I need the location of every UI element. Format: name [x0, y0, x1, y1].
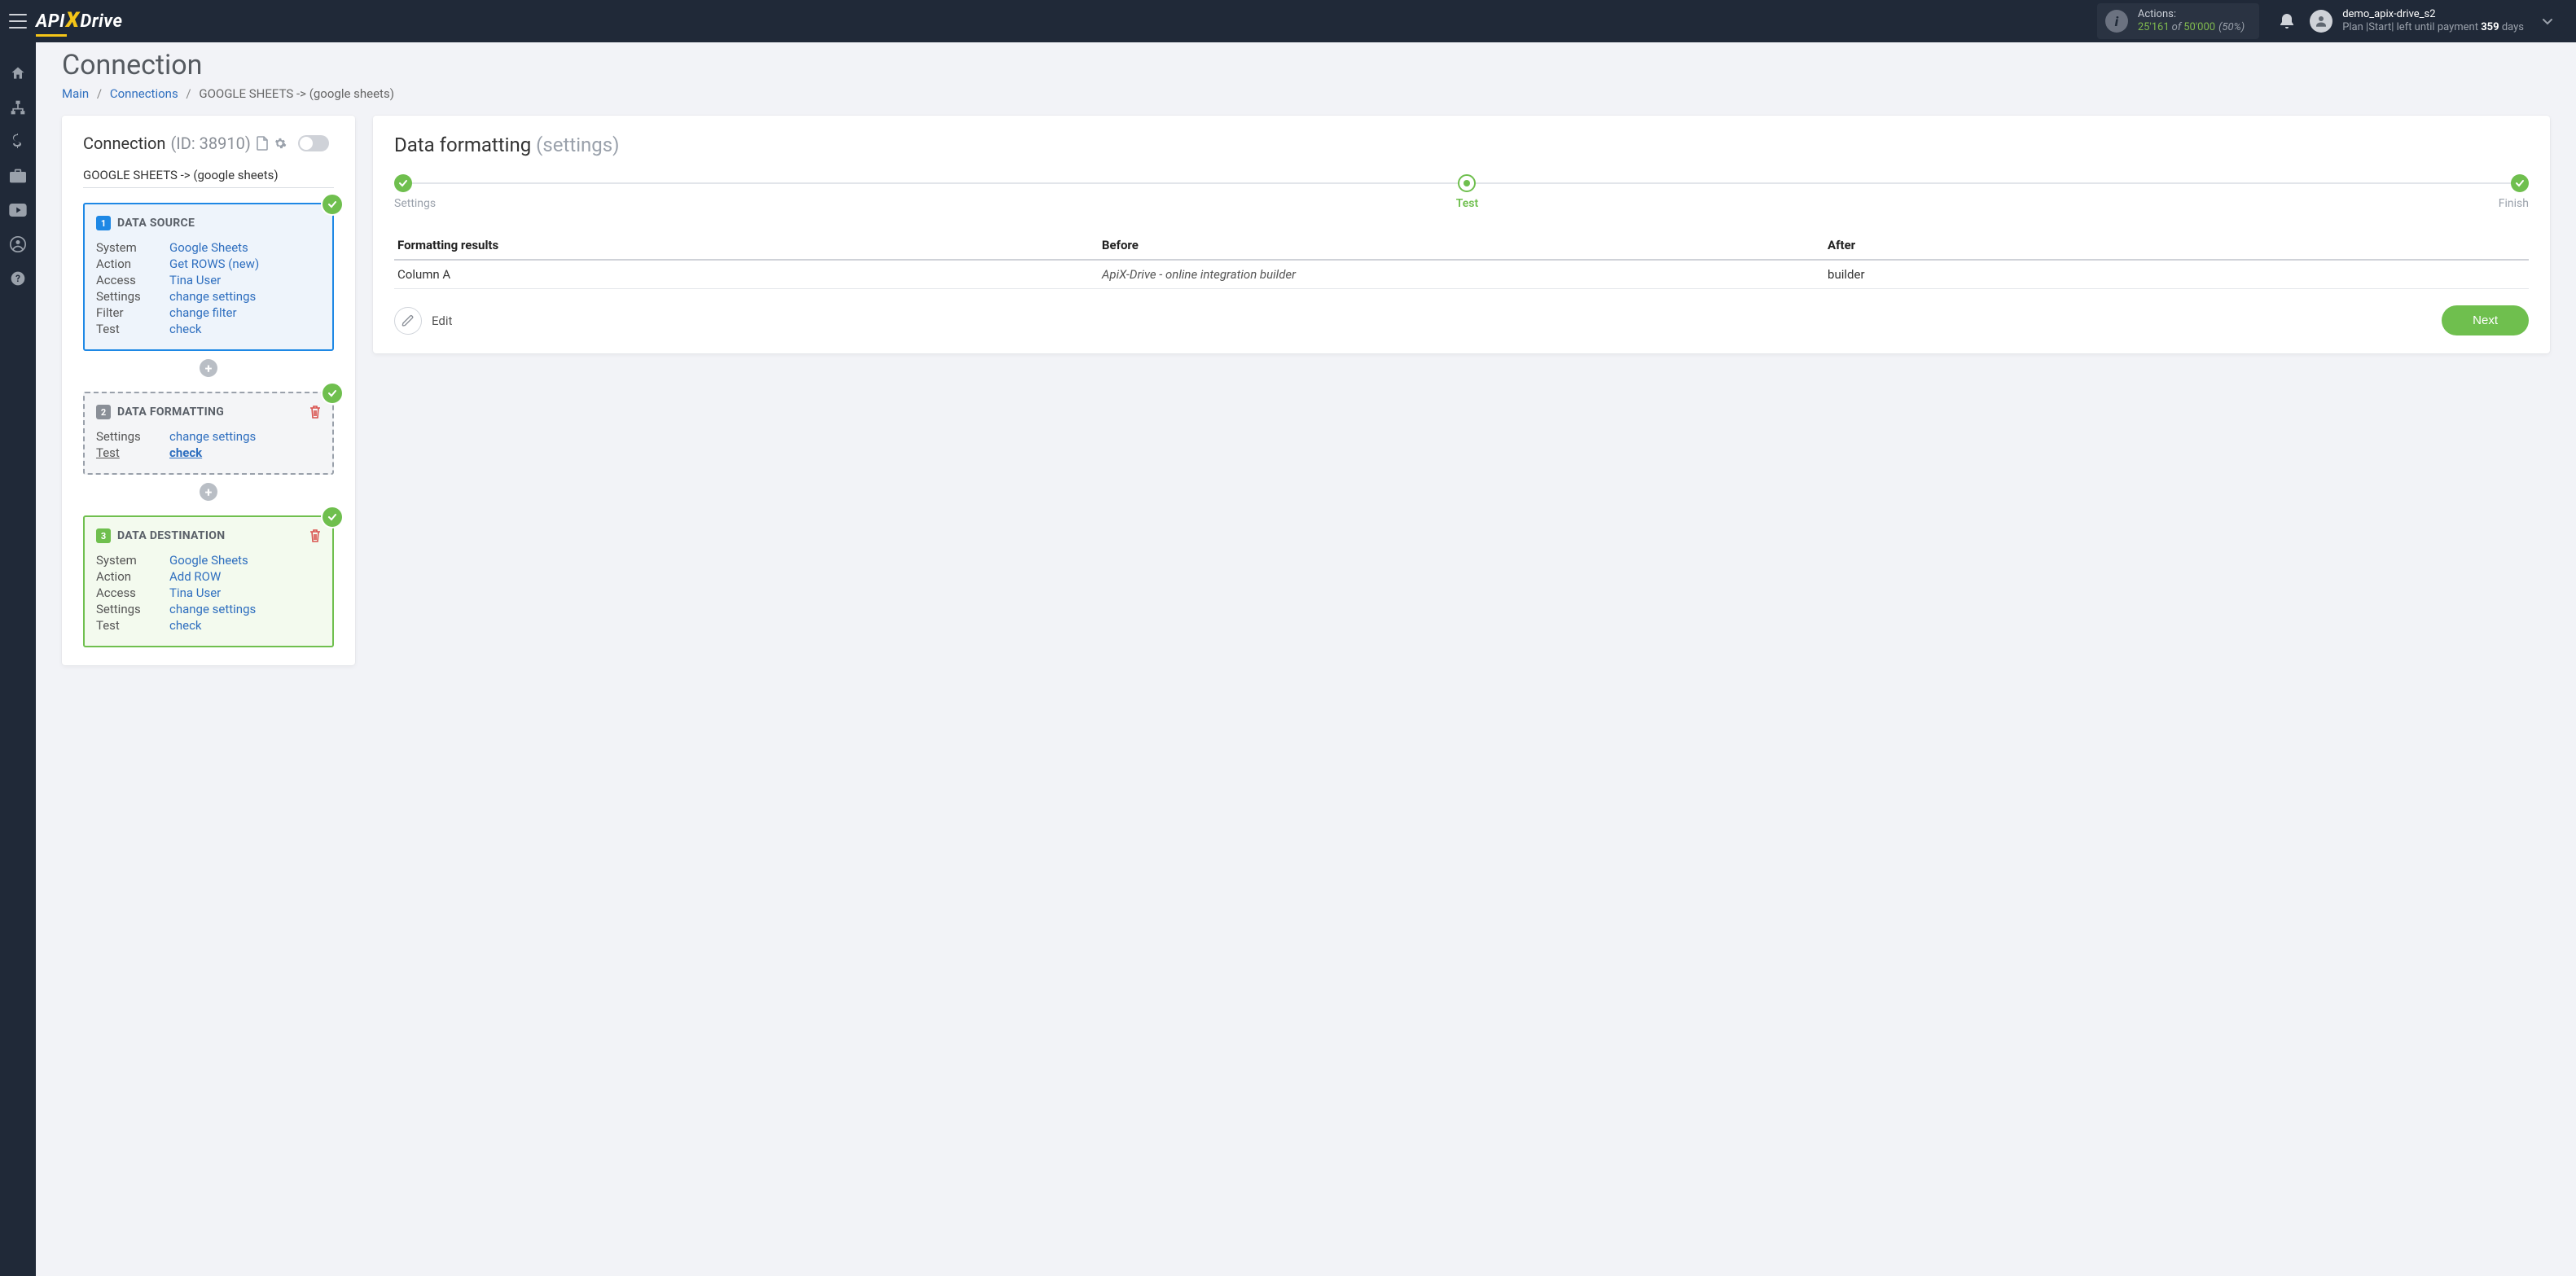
dest-test-link[interactable]: check: [169, 618, 202, 633]
home-icon: [10, 65, 26, 81]
page-body: Connection Main / Connections / GOOGLE S…: [36, 42, 2576, 691]
step-test[interactable]: Test: [1456, 174, 1478, 210]
crumb-connections[interactable]: Connections: [110, 86, 178, 101]
username: demo_apix-drive_s2: [2342, 8, 2524, 21]
step-settings[interactable]: Settings: [394, 174, 436, 210]
data-destination-header: 3DATA DESTINATION: [96, 528, 321, 543]
source-filter-link[interactable]: change filter: [169, 305, 237, 320]
source-access-link[interactable]: Tina User: [169, 273, 221, 287]
status-check-icon: [323, 195, 342, 214]
dest-action-link[interactable]: Add ROW: [169, 569, 221, 584]
dest-access-link[interactable]: Tina User: [169, 585, 221, 600]
file-icon: [256, 136, 269, 151]
data-formatting-header: 2DATA FORMATTING: [96, 405, 321, 419]
check-icon: [398, 178, 408, 188]
trash-icon: [309, 406, 321, 419]
trash-icon: [309, 529, 321, 542]
info-icon: i: [2105, 10, 2128, 33]
status-check-icon: [323, 384, 342, 403]
connection-title: Connection (ID: 38910): [83, 134, 334, 153]
actions-values: 25'161of50'000(50%): [2138, 21, 2245, 34]
step-finish[interactable]: Finish: [2499, 174, 2529, 210]
breadcrumb: Main / Connections / GOOGLE SHEETS -> (g…: [62, 86, 2550, 101]
source-action-link[interactable]: Get ROWS (new): [169, 257, 259, 271]
nav-account[interactable]: [0, 228, 36, 261]
user-menu[interactable]: demo_apix-drive_s2 Plan |Start| left unt…: [2310, 8, 2569, 35]
nav-billing[interactable]: [0, 125, 36, 158]
add-step-button-2[interactable]: +: [200, 483, 217, 501]
nav-home[interactable]: [0, 57, 36, 90]
youtube-icon: [9, 204, 27, 217]
dest-system-link[interactable]: Google Sheets: [169, 553, 248, 568]
sitemap-icon: [10, 99, 26, 116]
page-title: Connection: [62, 49, 2550, 81]
gear-icon: [274, 137, 287, 150]
data-destination-box: 3DATA DESTINATION SystemGoogle Sheets Ac…: [83, 515, 334, 647]
source-settings-link[interactable]: change settings: [169, 289, 256, 304]
notifications-button[interactable]: [2272, 12, 2302, 30]
col-results: Formatting results: [394, 231, 1099, 260]
formatting-test-link[interactable]: check: [169, 445, 202, 460]
actions-label: Actions:: [2138, 8, 2245, 21]
pencil-icon: [402, 314, 415, 327]
bell-icon: [2279, 12, 2295, 30]
side-nav: ?: [0, 42, 36, 1276]
edit-button[interactable]: Edit: [394, 307, 452, 335]
connection-subtitle: GOOGLE SHEETS -> (google sheets): [83, 168, 334, 188]
logo-underline: [36, 34, 67, 37]
delete-destination-button[interactable]: [309, 529, 321, 542]
plan-info: Plan |Start| left until payment 359 days: [2342, 21, 2524, 34]
topbar: APIXDrive i Actions: 25'161of50'000(50%)…: [0, 0, 2576, 42]
col-after: After: [1824, 231, 2529, 260]
table-row: Column A ApiX-Drive - online integration…: [394, 260, 2529, 289]
dollar-icon: [13, 134, 23, 150]
add-step-button-1[interactable]: +: [200, 359, 217, 377]
hamburger-icon: [9, 14, 27, 29]
source-test-link[interactable]: check: [169, 322, 202, 336]
menu-toggle[interactable]: [0, 0, 36, 42]
dest-settings-link[interactable]: change settings: [169, 602, 256, 616]
delete-formatting-button[interactable]: [309, 406, 321, 419]
nav-connections[interactable]: [0, 91, 36, 124]
settings-button[interactable]: [274, 137, 287, 150]
col-before: Before: [1099, 231, 1824, 260]
data-formatting-box: 2DATA FORMATTING Settingschange settings…: [83, 392, 334, 475]
data-source-box: 1DATA SOURCE SystemGoogle Sheets ActionG…: [83, 203, 334, 351]
connection-card: Connection (ID: 38910) GOOGLE SHEETS -> …: [62, 116, 355, 665]
copy-button[interactable]: [256, 136, 269, 151]
nav-help[interactable]: ?: [0, 262, 36, 295]
briefcase-icon: [10, 169, 26, 183]
connection-toggle[interactable]: [298, 135, 329, 151]
logo[interactable]: APIXDrive: [36, 9, 122, 33]
results-table: Formatting results Before After Column A…: [394, 231, 2529, 289]
chevron-down-icon: [2542, 15, 2553, 27]
actions-counter[interactable]: i Actions: 25'161of50'000(50%): [2097, 3, 2259, 40]
svg-text:?: ?: [15, 273, 20, 284]
check-icon: [2515, 178, 2525, 188]
nav-video[interactable]: [0, 194, 36, 226]
main-panel: Data formatting (settings) Settings Test: [373, 116, 2550, 353]
source-system-link[interactable]: Google Sheets: [169, 240, 248, 255]
formatting-settings-link[interactable]: change settings: [169, 429, 256, 444]
avatar-icon: [2310, 10, 2332, 33]
user-circle-icon: [10, 236, 26, 252]
question-icon: ?: [10, 270, 26, 287]
status-check-icon: [323, 507, 342, 527]
stepper: Settings Test Finish: [394, 174, 2529, 210]
nav-briefcase[interactable]: [0, 160, 36, 192]
data-source-header: 1DATA SOURCE: [96, 216, 321, 230]
next-button[interactable]: Next: [2442, 305, 2529, 335]
panel-title: Data formatting (settings): [394, 134, 2529, 156]
crumb-main[interactable]: Main: [62, 86, 89, 101]
crumb-current: GOOGLE SHEETS -> (google sheets): [199, 86, 394, 101]
